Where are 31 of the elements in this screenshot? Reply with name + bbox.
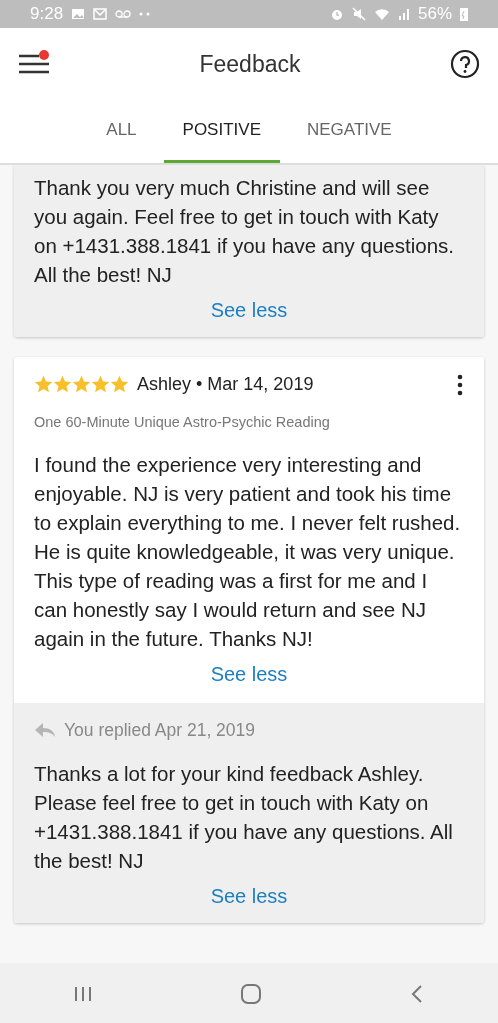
see-less-link[interactable]: See less: [210, 295, 288, 325]
see-less-link[interactable]: See less: [210, 658, 288, 689]
signal-icon: [397, 8, 410, 20]
tab[interactable]: NEGATIVE: [288, 100, 411, 163]
help-button[interactable]: [450, 49, 480, 79]
voicemail-icon: [115, 10, 132, 18]
more-options-button[interactable]: [456, 372, 464, 397]
star-icon: [53, 375, 72, 394]
reply-icon: [34, 721, 56, 738]
mail-icon: [93, 8, 108, 20]
reply-text: Thanks a lot for your kind feedback Ashley. Please feel free to get in touch with Katy on +1431.388.1841 if you have any questions. All the best! NJ: [34, 761, 454, 874]
star-icon: [34, 375, 53, 394]
battery-level: 56%: [417, 3, 452, 26]
star-icon: [72, 375, 91, 394]
review-text: I found the experience very interesting and enjoyable. NJ is very patient and took his time to explain everything to me. I never felt rushed. He is quite knowledgeable, it was very unique. This type of reading was a first for me and I can honestly say I would return and see NJ again in the future. Thanks NJ!: [34, 451, 462, 652]
home-button[interactable]: [240, 981, 262, 1005]
mute-icon: [351, 7, 366, 21]
star-icon: [91, 375, 110, 394]
page-title: Feedback: [199, 49, 301, 79]
reviewer-date: Ashley • Mar 14, 2019: [137, 373, 315, 396]
alarm-icon: [329, 7, 344, 21]
star-icon: [110, 375, 129, 394]
product-name: One 60-Minute Unique Astro-Psychic Reading: [34, 413, 331, 432]
battery-icon: [460, 7, 468, 21]
wifi-icon: [373, 7, 390, 21]
see-less-link[interactable]: See less: [210, 881, 288, 911]
image-icon: [71, 8, 86, 20]
status-time: 9:28: [30, 3, 64, 26]
reply-text: Thank you very much Christine and will see you again. Feel free to get in touch with Katy on +1431.388.1841 if you have any questions. All the best! NJ: [34, 175, 455, 288]
reply-date: You replied Apr 21, 2019: [64, 718, 256, 742]
tab[interactable]: ALL: [87, 100, 156, 163]
